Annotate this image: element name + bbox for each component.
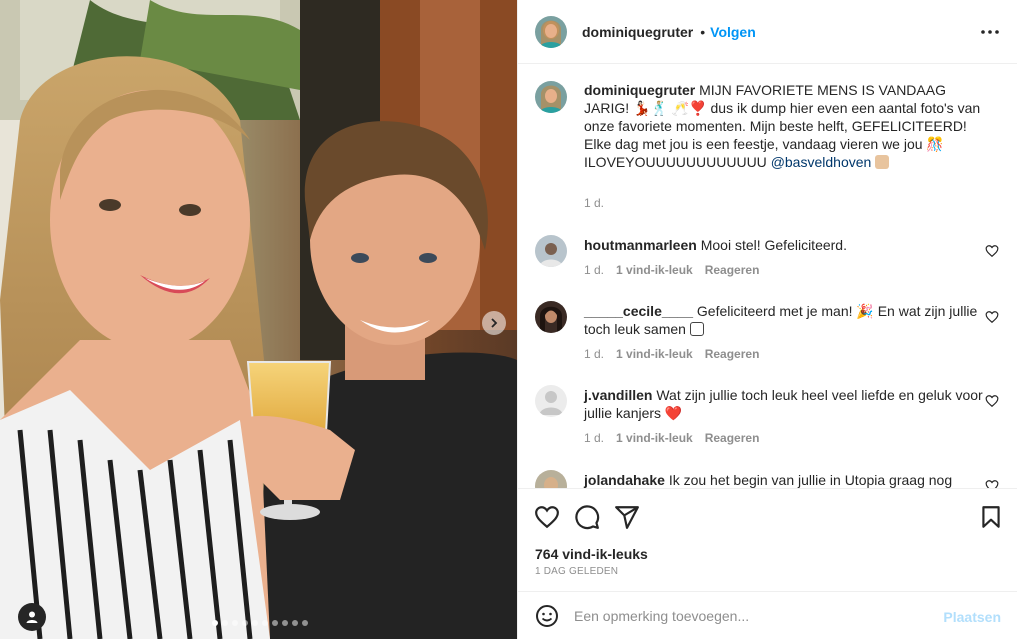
- comment-username[interactable]: j.vandillen: [584, 387, 652, 403]
- comment-username[interactable]: jolandahake: [584, 472, 665, 488]
- reply-button[interactable]: Reageren: [705, 347, 760, 361]
- caption-time[interactable]: 1 d.: [584, 196, 604, 210]
- comment-likes[interactable]: 1 vind-ik-leuk: [616, 263, 693, 277]
- reply-button[interactable]: Reageren: [705, 263, 760, 277]
- default-avatar-icon: [535, 385, 567, 417]
- post-modal: dominiquegruter • Volgen dominiquegruter…: [0, 0, 1017, 639]
- author-avatar[interactable]: [535, 15, 567, 48]
- reply-button[interactable]: Reageren: [705, 431, 760, 445]
- comment-time[interactable]: 1 d.: [584, 263, 604, 277]
- author-username[interactable]: dominiquegruter: [582, 24, 693, 40]
- caption-mention[interactable]: @basveldhoven: [771, 154, 872, 170]
- carousel-dot: [252, 620, 258, 626]
- comment-input[interactable]: [574, 604, 924, 628]
- comment-body: _____cecile____ Gefeliciteerd met je man…: [584, 302, 984, 338]
- avatar-image: [535, 301, 567, 333]
- caption-username[interactable]: dominiquegruter: [584, 82, 695, 98]
- carousel-dot: [232, 620, 238, 626]
- user-tag-icon: [26, 611, 38, 623]
- likes-count[interactable]: 764 vind-ik-leuks: [535, 546, 648, 562]
- caption-author-avatar[interactable]: [535, 81, 567, 113]
- post-comment-button[interactable]: Plaatsen: [943, 609, 1001, 625]
- bookmark-icon[interactable]: [978, 504, 1004, 530]
- comment-body: houtmanmarleen Mooi stel! Gefeliciteerd.: [584, 236, 984, 254]
- caption-body: dominiquegruter MIJN FAVORIETE MENS IS V…: [584, 81, 984, 171]
- carousel-dot: [302, 620, 308, 626]
- post-side-panel: dominiquegruter • Volgen dominiquegruter…: [517, 0, 1017, 639]
- emoji-icon[interactable]: [535, 604, 559, 628]
- follow-button[interactable]: Volgen: [710, 24, 756, 40]
- paper-plane-icon[interactable]: [614, 504, 640, 530]
- avatar-image: [535, 15, 567, 48]
- comment-text: Ik zou het begin van jullie in Utopia gr…: [668, 472, 953, 488]
- commenter-avatar[interactable]: [535, 301, 567, 333]
- comment-like-heart-icon[interactable]: [985, 310, 999, 324]
- comment-time[interactable]: 1 d.: [584, 431, 604, 445]
- comment-meta: 1 d. 1 vind-ik-leuk Reageren: [584, 263, 759, 277]
- caption-meta: 1 d.: [584, 196, 604, 210]
- carousel-dot: [212, 620, 218, 626]
- post-actions: [518, 488, 1017, 544]
- comment-text: Mooi stel! Gefeliciteerd.: [700, 237, 847, 253]
- emoji-glyph: [875, 155, 890, 169]
- comment-like-heart-icon[interactable]: [985, 244, 999, 258]
- commenter-avatar[interactable]: [535, 235, 567, 267]
- comments-list[interactable]: dominiquegruter MIJN FAVORIETE MENS IS V…: [518, 65, 1017, 488]
- comment-composer: Plaatsen: [518, 591, 1017, 639]
- post-header: dominiquegruter • Volgen: [518, 0, 1017, 64]
- comment-body: j.vandillen Wat zijn jullie toch leuk he…: [584, 386, 984, 422]
- comment-meta: 1 d. 1 vind-ik-leuk Reageren: [584, 347, 759, 361]
- comment-meta: 1 d. 1 vind-ik-leuk Reageren: [584, 431, 759, 445]
- comment-icon[interactable]: [574, 504, 600, 530]
- emoji-glyph: [689, 322, 704, 336]
- header-separator: •: [700, 23, 706, 40]
- next-photo-button[interactable]: [482, 311, 506, 335]
- carousel-dot: [282, 620, 288, 626]
- chevron-right-icon: [491, 318, 498, 328]
- carousel-dot: [292, 620, 298, 626]
- tagged-users-button[interactable]: [18, 603, 46, 631]
- more-options-button[interactable]: [980, 22, 1000, 42]
- heart-icon[interactable]: [534, 504, 560, 530]
- carousel-indicator: [212, 620, 308, 626]
- post-date: 1 DAG GELEDEN: [535, 566, 619, 577]
- commenter-avatar[interactable]: [535, 470, 567, 488]
- comment-username[interactable]: _____cecile____: [584, 303, 693, 319]
- commenter-avatar[interactable]: [535, 385, 567, 417]
- comment-like-heart-icon[interactable]: [985, 394, 999, 408]
- carousel-dot: [222, 620, 228, 626]
- avatar-image: [535, 81, 567, 113]
- comment-like-heart-icon[interactable]: [985, 479, 999, 488]
- avatar-image: [535, 470, 567, 488]
- comment-time[interactable]: 1 d.: [584, 347, 604, 361]
- couple-selfie-image: [0, 0, 517, 639]
- more-horizontal-icon: [981, 30, 999, 34]
- post-photo[interactable]: [0, 0, 517, 639]
- comment-likes[interactable]: 1 vind-ik-leuk: [616, 347, 693, 361]
- carousel-dot: [262, 620, 268, 626]
- comment-body: jolandahake Ik zou het begin van jullie …: [584, 471, 984, 488]
- avatar-image: [535, 235, 567, 267]
- comment-username[interactable]: houtmanmarleen: [584, 237, 697, 253]
- comment-likes[interactable]: 1 vind-ik-leuk: [616, 431, 693, 445]
- carousel-dot: [272, 620, 278, 626]
- carousel-dot: [242, 620, 248, 626]
